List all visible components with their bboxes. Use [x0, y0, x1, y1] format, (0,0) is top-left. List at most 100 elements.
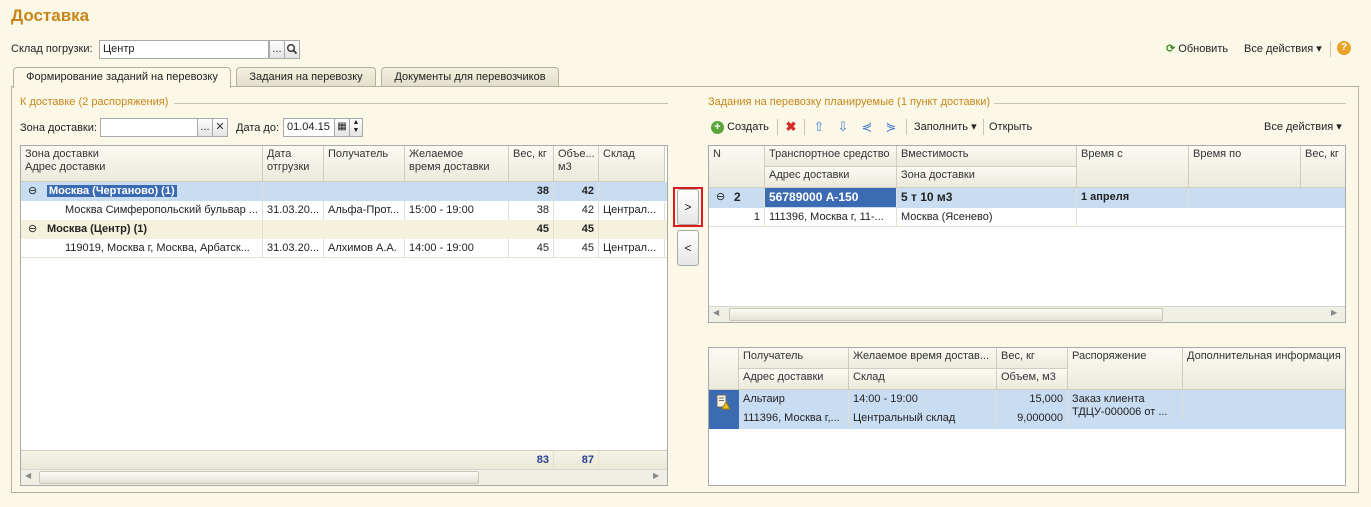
column-header-weight[interactable]: Вес, кг: [1301, 146, 1345, 188]
open-button[interactable]: Открыть: [989, 119, 1032, 135]
split-icon[interactable]: ⋞: [859, 119, 875, 135]
column-header-vehicle[interactable]: Транспортное средство: [765, 146, 897, 167]
toolbar-separator: [804, 119, 805, 135]
warehouse-input[interactable]: Центр: [99, 40, 269, 59]
total-volume: 87: [554, 451, 599, 470]
column-header-n[interactable]: N: [709, 146, 765, 188]
time-cell: 14:00 - 19:00: [405, 239, 509, 258]
delivery-table: Зона доставки Адрес доставки Дата отгруз…: [20, 145, 668, 486]
right-all-actions-button[interactable]: Все действия ▾: [1264, 119, 1342, 135]
refresh-icon: ⟳: [1166, 43, 1176, 55]
column-header-date[interactable]: Дата отгрузки: [263, 146, 324, 182]
toolbar-separator: [777, 119, 778, 135]
scroll-right-icon[interactable]: ▶: [1331, 308, 1337, 317]
column-header-time[interactable]: Желаемое время достав...: [849, 348, 997, 369]
create-button[interactable]: + Создать: [711, 119, 769, 135]
warehouse-cell: Централ...: [599, 201, 665, 220]
dropdown-icon: ▾: [1336, 121, 1342, 133]
collapse-icon[interactable]: ⊖: [712, 188, 730, 207]
table-row[interactable]: 1 111396, Москва г, 11-... Москва (Ясене…: [709, 208, 1345, 227]
task-number: 2: [730, 188, 765, 207]
date-input[interactable]: 01.04.15: [283, 118, 335, 137]
column-header-time-to[interactable]: Время по: [1189, 146, 1301, 188]
weight-cell: 15,000: [997, 390, 1068, 409]
date-cell: 31.03.20...: [263, 201, 324, 220]
add-to-task-button[interactable]: >: [677, 189, 699, 225]
capacity-cell: 5 т 10 м3: [897, 188, 1077, 207]
weight-cell: 45: [509, 239, 554, 258]
horizontal-scrollbar[interactable]: ◀ ▶: [21, 469, 667, 485]
tab-forming[interactable]: Формирование заданий на перевозку: [13, 67, 231, 88]
merge-icon[interactable]: ⋟: [883, 119, 899, 135]
time-cell: 14:00 - 19:00: [849, 390, 997, 409]
scroll-left-icon[interactable]: ◀: [25, 471, 31, 480]
help-icon[interactable]: ?: [1337, 41, 1351, 55]
column-header-warehouse[interactable]: Склад: [849, 369, 997, 390]
address-cell: 111396, Москва г,...: [739, 409, 849, 428]
column-header-weight[interactable]: Вес, кг: [997, 348, 1068, 369]
column-header-recipient[interactable]: Получатель: [324, 146, 405, 182]
volume-cell: 9,000000: [997, 409, 1068, 428]
zone-choose-button[interactable]: ...: [197, 118, 213, 137]
column-header-address[interactable]: Адрес доставки: [739, 369, 849, 390]
column-header-capacity[interactable]: Вместимость: [897, 146, 1077, 167]
column-header-recipient[interactable]: Получатель: [739, 348, 849, 369]
column-header-volume[interactable]: Объе... м3: [554, 146, 599, 182]
totals-row: 83 87: [21, 450, 667, 470]
group-weight: 38: [509, 182, 554, 201]
table-row[interactable]: Москва Симферопольский бульвар ... 31.03…: [21, 201, 667, 220]
column-header-time-from[interactable]: Время с: [1077, 146, 1189, 188]
scroll-right-icon[interactable]: ▶: [653, 471, 659, 480]
zone-cell: Москва (Ясенево): [897, 208, 1077, 227]
column-header-warehouse[interactable]: Склад: [599, 146, 665, 182]
group-weight: 45: [509, 220, 554, 239]
dropdown-icon: ▾: [971, 121, 977, 133]
zone-input[interactable]: [100, 118, 198, 137]
group-name: Москва (Центр) (1): [43, 220, 263, 239]
calendar-icon[interactable]: ▦: [334, 118, 350, 137]
table-row[interactable]: ⊖ Москва (Центр) (1) 45 45: [21, 220, 667, 239]
table-row[interactable]: ⊖ 2 56789000 А-150 5 т 10 м3 1 апреля: [709, 188, 1345, 208]
page-title: Доставка: [11, 6, 90, 25]
left-section-title: К доставке (2 распоряжения): [20, 96, 169, 108]
clear-icon[interactable]: ✕: [212, 118, 228, 137]
column-header-order[interactable]: Распоряжение: [1068, 348, 1183, 390]
date-label: Дата до:: [236, 122, 280, 134]
tab-tasks[interactable]: Задания на перевозку: [236, 67, 376, 87]
refresh-button[interactable]: ⟳ Обновить: [1166, 41, 1228, 57]
table-row[interactable]: Альтаир 111396, Москва г,... 14:00 - 19:…: [709, 390, 1345, 429]
column-header-time[interactable]: Желаемое время доставки: [405, 146, 509, 182]
warehouse-choose-button[interactable]: ...: [269, 40, 285, 59]
scroll-left-icon[interactable]: ◀: [713, 308, 719, 317]
group-volume: 42: [554, 182, 599, 201]
section-divider: [994, 103, 1346, 104]
all-actions-button[interactable]: Все действия ▾: [1244, 41, 1322, 57]
remove-from-task-button[interactable]: <: [677, 230, 699, 266]
column-header-zone[interactable]: Зона доставки Адрес доставки: [21, 146, 263, 182]
tab-documents[interactable]: Документы для перевозчиков: [381, 67, 559, 87]
search-icon[interactable]: [284, 40, 300, 59]
horizontal-scrollbar[interactable]: ◀ ▶: [709, 306, 1345, 322]
details-table: Получатель Адрес доставки Желаемое время…: [708, 347, 1346, 486]
column-header-volume[interactable]: Объем, м3: [997, 369, 1068, 390]
date-spinner[interactable]: ▲ ▼: [349, 118, 363, 137]
address-cell: 111396, Москва г, 11-...: [765, 208, 897, 227]
recipient-cell: Альфа-Прот...: [324, 201, 405, 220]
fill-button[interactable]: Заполнить ▾: [914, 119, 977, 135]
column-header-weight[interactable]: Вес, кг: [509, 146, 554, 182]
collapse-icon[interactable]: ⊖: [24, 220, 44, 239]
column-header-address[interactable]: Адрес доставки: [765, 167, 897, 188]
scrollbar-thumb[interactable]: [729, 308, 1163, 321]
document-warning-icon: [709, 390, 739, 429]
move-down-icon[interactable]: ⇩: [835, 119, 851, 135]
delete-icon[interactable]: ✖: [783, 119, 799, 135]
table-row[interactable]: 119019, Москва г, Москва, Арбатск... 31.…: [21, 239, 667, 258]
move-up-icon[interactable]: ⇧: [811, 119, 827, 135]
collapse-icon[interactable]: ⊖: [24, 182, 44, 201]
table-row[interactable]: ⊖ Москва (Чертаново) (1) 38 42: [21, 182, 667, 201]
column-header-info[interactable]: Дополнительная информация: [1183, 348, 1345, 390]
scrollbar-thumb[interactable]: [39, 471, 479, 484]
group-volume: 45: [554, 220, 599, 239]
right-section-title: Задания на перевозку планируемые (1 пунк…: [708, 96, 991, 108]
column-header-zone[interactable]: Зона доставки: [897, 167, 1077, 188]
